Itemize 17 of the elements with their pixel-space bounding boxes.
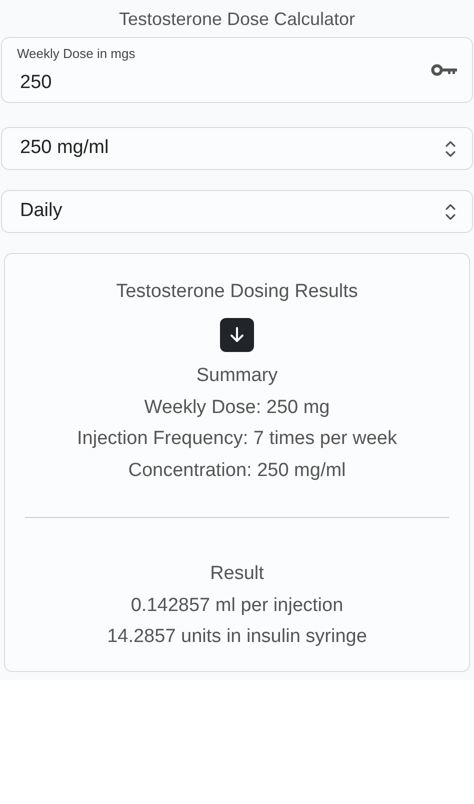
summary-heading: Summary (195, 364, 279, 388)
summary-line: Weekly Dose: 250 mg (143, 396, 331, 420)
result-line: 14.2857 units in insulin syringe (106, 625, 368, 649)
select-field[interactable]: Daily (1, 190, 473, 233)
summary-line: Concentration: 250 mg/ml (127, 459, 347, 483)
download-button[interactable] (220, 318, 254, 352)
app-title: Testosterone Dose Calculator (118, 8, 356, 31)
results-title: Testosterone Dosing Results (115, 280, 359, 304)
summary-line: Injection Frequency: 7 times per week (76, 427, 398, 451)
chevron-icon (445, 202, 456, 222)
key-icon (431, 64, 457, 76)
chevron-icon (445, 138, 456, 158)
result-line: 0.142857 ml per injection (130, 594, 344, 618)
arrow-down-icon (229, 326, 245, 344)
select-field[interactable]: 250 mg/ml (1, 127, 473, 170)
result-heading: Result (209, 562, 265, 586)
field-label: Weekly Dose in mgs (17, 46, 136, 62)
